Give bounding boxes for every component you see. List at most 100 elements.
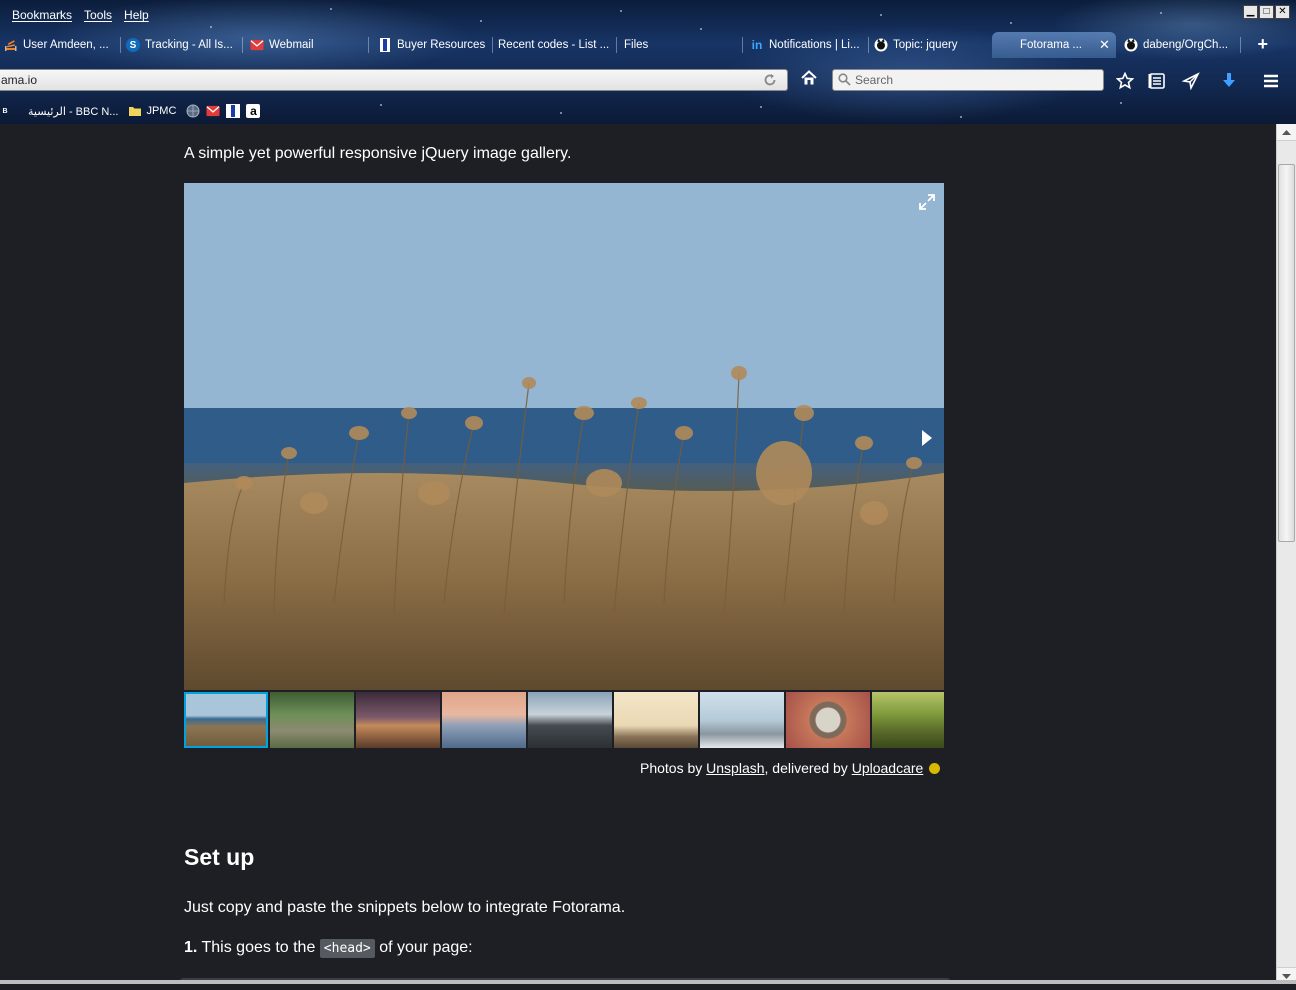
menu-bookmarks[interactable]: Bookmarks: [6, 4, 78, 26]
tab-webmail[interactable]: Webmail: [246, 32, 369, 58]
window-controls: ▁ □ ✕: [1243, 5, 1290, 19]
tab-label: User Amdeen, ...: [23, 39, 109, 51]
menu-tools[interactable]: Tools: [78, 4, 118, 26]
tab-label: Recent codes - List ...: [498, 39, 610, 51]
thumbnail-forest-path[interactable]: [270, 692, 354, 748]
url-bar[interactable]: ama.io: [0, 69, 788, 91]
github-icon: [874, 38, 888, 52]
blue-bar-icon: [378, 38, 392, 52]
thumbnail-mountain[interactable]: [528, 692, 612, 748]
bookmark-blue-bar[interactable]: [226, 104, 241, 118]
browser-chrome: Bookmarks Tools Help ▁ □ ✕ User Amdeen, …: [0, 0, 1296, 124]
globe-icon: [186, 104, 200, 118]
reading-list-icon[interactable]: [1148, 72, 1168, 90]
bookmark-mail[interactable]: [206, 104, 220, 118]
tab-label: Tracking - All Is...: [145, 39, 233, 51]
download-icon[interactable]: [1220, 72, 1240, 90]
search-icon: [838, 73, 851, 86]
gallery-main-image: [184, 183, 944, 690]
unsplash-link[interactable]: Unsplash: [706, 760, 764, 776]
folder-icon: [128, 104, 142, 118]
bookmarks-toolbar: B الرئيسية - BBC N... JPMC a: [0, 100, 270, 122]
linkedin-icon: in: [751, 38, 763, 52]
search-input[interactable]: Search: [832, 69, 1104, 91]
bookmark-jpmc[interactable]: JPMC: [128, 104, 176, 118]
close-window-button[interactable]: ✕: [1275, 5, 1290, 19]
page-tagline: A simple yet powerful responsive jQuery …: [184, 145, 572, 162]
bookmark-amazon[interactable]: a: [246, 104, 261, 118]
window-bottom-edge: [0, 980, 1296, 984]
tab-buyer-resources[interactable]: Buyer Resources: [374, 32, 493, 58]
scroll-up-button[interactable]: [1277, 124, 1296, 141]
close-tab-icon[interactable]: ✕: [1099, 37, 1110, 53]
tab-label: Notifications | Li...: [769, 39, 860, 51]
tab-dabeng-orgchart[interactable]: dabeng/OrgCh...: [1120, 32, 1241, 58]
scroll-thumb[interactable]: [1278, 164, 1295, 542]
photo-credits: Photos by Unsplash, delivered by Uploadc…: [640, 760, 941, 776]
github-icon: [1124, 38, 1138, 52]
page-scrollbar[interactable]: [1276, 124, 1296, 984]
step-1-text: 1. This goes to the <head> of your page:: [184, 939, 473, 958]
sharepoint-icon: S: [126, 38, 140, 52]
tab-bar: User Amdeen, ... S Tracking - All Is... …: [0, 32, 1296, 58]
thumbnail-wooden-bench[interactable]: [872, 692, 944, 748]
next-arrow-icon[interactable]: [920, 429, 934, 447]
bookmark-globe[interactable]: [186, 104, 200, 118]
maximize-button[interactable]: □: [1259, 5, 1274, 19]
mail-icon: [250, 38, 264, 52]
tab-label: Fotorama ...: [1020, 39, 1082, 51]
thumbnail-field[interactable]: [184, 692, 268, 748]
new-tab-button[interactable]: +: [1257, 34, 1268, 55]
tab-fotorama[interactable]: Fotorama ... ✕: [992, 32, 1116, 58]
blue-bar-icon: [226, 104, 241, 118]
url-text: ama.io: [1, 73, 38, 87]
setup-description: Just copy and paste the snippets below t…: [184, 899, 626, 916]
credits-middle: , delivered by: [764, 760, 852, 776]
tab-label: dabeng/OrgCh...: [1143, 39, 1229, 51]
bookmark-star-icon[interactable]: [1115, 71, 1136, 90]
tab-tracking[interactable]: S Tracking - All Is...: [122, 32, 243, 58]
bbc-icon: B: [2, 107, 8, 115]
tab-label: Webmail: [269, 39, 314, 51]
thumbnail-coffee-cup[interactable]: [786, 692, 870, 748]
head-code-tag: <head>: [319, 939, 375, 958]
mail-icon: [206, 104, 220, 118]
step-number: 1.: [184, 939, 198, 956]
thumbnail-pelican-pier[interactable]: [700, 692, 784, 748]
thumbnail-city-lights[interactable]: [356, 692, 440, 748]
tab-topic-jquery[interactable]: Topic: jquery: [870, 32, 988, 58]
send-icon[interactable]: [1181, 72, 1202, 91]
menu-bar: Bookmarks Tools Help: [0, 4, 155, 26]
navigation-bar: ama.io Search: [0, 64, 1296, 94]
fullscreen-icon[interactable]: [918, 193, 936, 211]
uploadcare-dot-icon: [929, 763, 941, 774]
stack-overflow-icon: [4, 38, 18, 52]
bookmark-label: JPMC: [146, 105, 177, 117]
amazon-icon: a: [246, 104, 261, 118]
reload-icon[interactable]: [763, 72, 777, 92]
uploadcare-link[interactable]: Uploadcare: [852, 760, 924, 776]
tab-label: Buyer Resources: [397, 39, 486, 51]
tab-label: Files: [624, 39, 649, 51]
bookmark-label: الرئيسية - BBC N...: [28, 105, 119, 118]
setup-heading: Set up: [184, 844, 255, 870]
thumbnail-beach-post[interactable]: [614, 692, 698, 748]
tab-notifications[interactable]: in Notifications | Li...: [746, 32, 869, 58]
fotorama-stage[interactable]: [184, 183, 944, 690]
hamburger-menu-icon[interactable]: [1262, 72, 1282, 90]
search-placeholder: Search: [855, 73, 894, 87]
menu-help[interactable]: Help: [118, 4, 155, 26]
thumbnail-sunset-sea[interactable]: [442, 692, 526, 748]
credits-prefix: Photos by: [640, 760, 707, 776]
minimize-button[interactable]: ▁: [1243, 5, 1258, 19]
bookmark-bbc[interactable]: B الرئيسية - BBC N...: [0, 104, 118, 118]
tab-files[interactable]: Files: [620, 32, 743, 58]
step-text-after: of your page:: [379, 939, 473, 956]
home-icon[interactable]: [800, 69, 822, 91]
tab-recent-codes[interactable]: Recent codes - List ...: [494, 32, 617, 58]
thumbnail-strip: [184, 692, 944, 748]
tab-label: Topic: jquery: [893, 39, 958, 51]
page-content: A simple yet powerful responsive jQuery …: [0, 124, 1276, 984]
step-text-before: This goes to the: [197, 939, 320, 956]
tab-user-amdeen[interactable]: User Amdeen, ...: [0, 32, 121, 58]
